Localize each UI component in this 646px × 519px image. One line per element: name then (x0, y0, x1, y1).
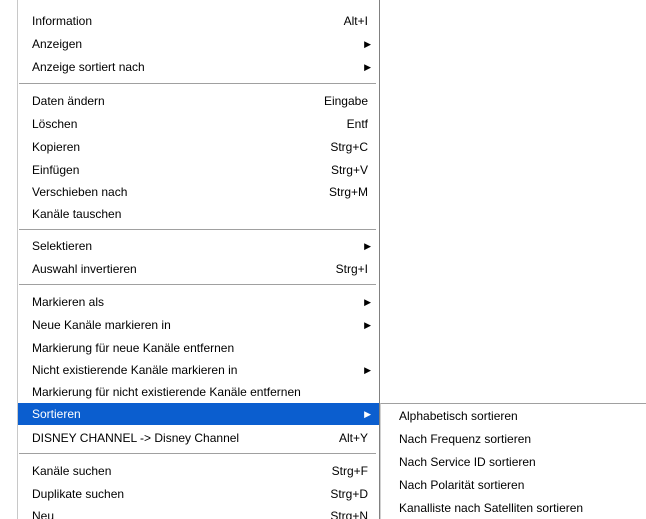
menu-item-kopieren[interactable]: Kopieren Strg+C (18, 136, 379, 158)
menu-item-shortcut: Strg+I (335, 262, 368, 276)
menu-item-label: Sortieren (32, 407, 81, 421)
menu-item-markierung-nicht-existierende-entfernen[interactable]: Markierung für nicht existierende Kanäle… (18, 381, 379, 403)
menu-item-label: Markierung für neue Kanäle entfernen (32, 341, 235, 355)
submenu-arrow-icon: ▶ (364, 39, 371, 49)
menu-item-label: Kopieren (32, 140, 81, 154)
menu-item-shortcut: Eingabe (323, 94, 368, 108)
context-menu: Information Alt+I Anzeigen ▶ Anzeige sor… (17, 0, 380, 519)
menu-item-kanaele-tauschen[interactable]: Kanäle tauschen (18, 203, 379, 225)
submenu-item-alphabetisch[interactable]: Alphabetisch sortieren (381, 405, 645, 428)
menu-item-information[interactable]: Information Alt+I (18, 10, 379, 32)
menu-item-label: Markierung für nicht existierende Kanäle… (32, 385, 301, 399)
menu-item-label: Information (32, 14, 93, 28)
menu-item-label: Selektieren (32, 239, 93, 253)
menu-item-label: Einfügen (32, 163, 80, 177)
menu-item-label: Löschen (32, 117, 78, 131)
menu-item-verschieben-nach[interactable]: Verschieben nach Strg+M (18, 181, 379, 203)
submenu-arrow-icon: ▶ (364, 320, 371, 330)
menu-item-shortcut: Strg+M (328, 185, 368, 199)
submenu-arrow-icon: ▶ (364, 62, 371, 72)
menu-item-nicht-existierende-markieren-in[interactable]: Nicht existierende Kanäle markieren in ▶ (18, 359, 379, 381)
menu-item-label: Anzeigen (32, 37, 83, 51)
submenu-item-label: Alphabetisch sortieren (399, 409, 518, 423)
menu-item-kanaele-suchen[interactable]: Kanäle suchen Strg+F (18, 460, 379, 482)
submenu-item-frequenz[interactable]: Nach Frequenz sortieren (381, 428, 645, 451)
submenu-item-satelliten[interactable]: Kanalliste nach Satelliten sortieren (381, 497, 645, 519)
menu-item-selektieren[interactable]: Selektieren ▶ (18, 235, 379, 257)
menu-item-shortcut: Strg+D (330, 487, 368, 501)
submenu-arrow-icon: ▶ (364, 297, 371, 307)
menu-item-shortcut: Strg+N (330, 509, 368, 519)
menu-item-einfuegen[interactable]: Einfügen Strg+V (18, 159, 379, 181)
menu-item-shortcut: Strg+C (330, 140, 368, 154)
menu-item-sortieren[interactable]: Sortieren ▶ (18, 403, 379, 425)
submenu-item-service-id[interactable]: Nach Service ID sortieren (381, 451, 645, 474)
menu-item-neu[interactable]: Neu Strg+N (18, 505, 379, 519)
submenu-item-label: Nach Service ID sortieren (399, 455, 536, 469)
menu-item-label: Auswahl invertieren (32, 262, 137, 276)
menu-item-anzeigen[interactable]: Anzeigen ▶ (18, 33, 379, 55)
menu-item-label: Daten ändern (32, 94, 105, 108)
menu-item-disney-channel[interactable]: DISNEY CHANNEL -> Disney Channel Alt+Y (18, 427, 379, 449)
sortieren-submenu: Alphabetisch sortieren Nach Frequenz sor… (380, 403, 646, 519)
menu-item-label: Anzeige sortiert nach (32, 60, 145, 74)
menu-item-markieren-als[interactable]: Markieren als ▶ (18, 291, 379, 313)
menu-item-label: Kanäle tauschen (32, 207, 122, 221)
menu-separator (19, 229, 376, 231)
submenu-item-label: Nach Frequenz sortieren (399, 432, 532, 446)
submenu-arrow-icon: ▶ (364, 241, 371, 251)
submenu-item-label: Kanalliste nach Satelliten sortieren (399, 501, 584, 515)
menu-item-label: Verschieben nach (32, 185, 128, 199)
menu-separator (19, 83, 376, 85)
menu-item-label: Kanäle suchen (32, 464, 112, 478)
menu-item-anzeige-sortiert-nach[interactable]: Anzeige sortiert nach ▶ (18, 56, 379, 78)
menu-item-label: Neu (32, 509, 55, 519)
menu-item-label: Duplikate suchen (32, 487, 125, 501)
menu-item-shortcut: Alt+Y (338, 431, 368, 445)
menu-item-shortcut: Alt+I (343, 14, 368, 28)
menu-item-shortcut: Strg+V (330, 163, 368, 177)
menu-item-daten-aendern[interactable]: Daten ändern Eingabe (18, 90, 379, 112)
menu-item-markierung-neue-entfernen[interactable]: Markierung für neue Kanäle entfernen (18, 337, 379, 359)
menu-item-duplikate-suchen[interactable]: Duplikate suchen Strg+D (18, 483, 379, 505)
menu-item-neue-kanaele-markieren-in[interactable]: Neue Kanäle markieren in ▶ (18, 314, 379, 336)
submenu-arrow-icon: ▶ (364, 365, 371, 375)
menu-item-loeschen[interactable]: Löschen Entf (18, 113, 379, 135)
submenu-arrow-icon: ▶ (364, 409, 371, 419)
menu-item-label: DISNEY CHANNEL -> Disney Channel (32, 431, 240, 445)
menu-item-label: Markieren als (32, 295, 105, 309)
menu-separator (19, 284, 376, 286)
menu-item-shortcut: Entf (346, 117, 368, 131)
menu-item-label: Neue Kanäle markieren in (32, 318, 171, 332)
submenu-item-label: Nach Polarität sortieren (399, 478, 525, 492)
menu-item-shortcut: Strg+F (331, 464, 368, 478)
menu-item-label: Nicht existierende Kanäle markieren in (32, 363, 238, 377)
submenu-item-polaritaet[interactable]: Nach Polarität sortieren (381, 474, 645, 497)
menu-item-auswahl-invertieren[interactable]: Auswahl invertieren Strg+I (18, 258, 379, 280)
menu-separator (19, 453, 376, 455)
